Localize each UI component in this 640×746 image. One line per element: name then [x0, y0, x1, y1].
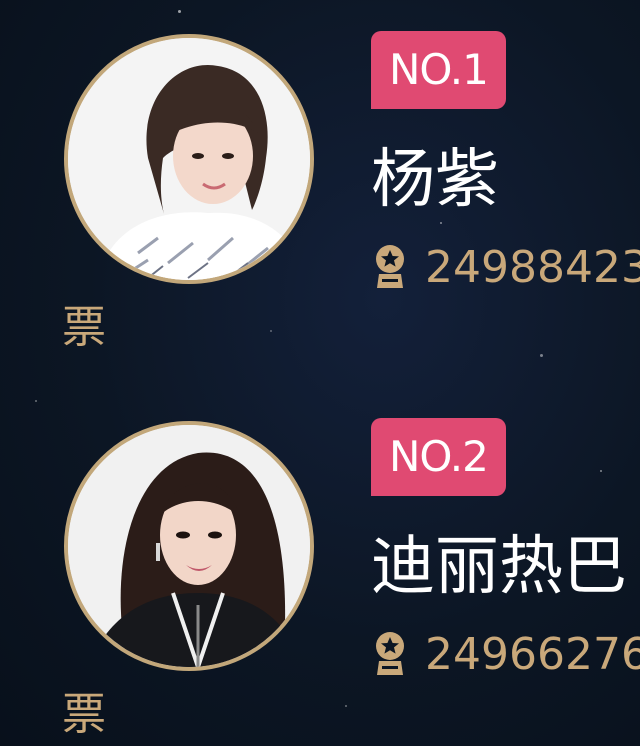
- vote-unit: 票: [62, 689, 106, 740]
- ranking-entry[interactable]: NO.1 杨紫 24988423 票: [0, 0, 640, 373]
- rank-badge: NO.2: [371, 418, 506, 496]
- avatar[interactable]: [64, 34, 314, 284]
- medal-icon: [376, 245, 404, 288]
- vote-count: 24966276: [425, 629, 640, 680]
- avatar[interactable]: [64, 421, 314, 671]
- candidate-name: 迪丽热巴: [371, 530, 627, 604]
- ranking-entry[interactable]: NO.2 迪丽热巴 24966276 票: [0, 387, 640, 746]
- ranking-page: NO.1 杨紫 24988423 票 NO.2 迪丽热巴 24966276 票: [0, 0, 640, 746]
- candidate-name: 杨紫: [371, 143, 499, 217]
- rank-badge: NO.1: [371, 31, 506, 109]
- vote-count: 24988423: [425, 242, 640, 293]
- medal-icon: [376, 632, 404, 675]
- vote-unit: 票: [62, 302, 106, 353]
